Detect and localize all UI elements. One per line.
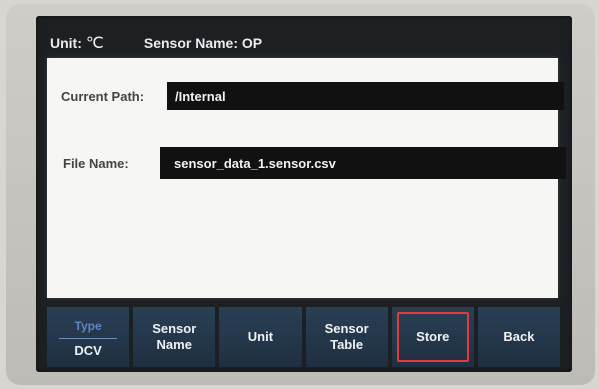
unit-value: ℃ bbox=[85, 35, 104, 52]
file-name-label: File Name: bbox=[63, 155, 129, 171]
back-softkey[interactable]: Back bbox=[477, 307, 561, 367]
store-softkey[interactable]: Store bbox=[391, 307, 474, 367]
sensor-table-softkey[interactable]: Sensor Table bbox=[305, 307, 388, 367]
unit-label: Unit: bbox=[50, 35, 82, 51]
sensor-name-line2: Name bbox=[156, 337, 192, 352]
type-label: Type bbox=[74, 318, 102, 333]
sensor-name-title: Sensor Name: OP bbox=[143, 35, 263, 51]
file-name-row: File Name: sensor_data_1.sensor.csv bbox=[47, 147, 566, 179]
sensor-name-line1: Sensor bbox=[152, 321, 197, 336]
back-softkey-label: Back bbox=[503, 329, 535, 344]
title-bar: Unit: ℃ Sensor Name: OP bbox=[50, 31, 550, 55]
sensor-table-softkey-label: Sensor Table bbox=[325, 321, 369, 353]
unit-softkey[interactable]: Unit bbox=[219, 307, 302, 367]
file-name-field[interactable]: sensor_data_1.sensor.csv bbox=[160, 147, 566, 179]
unit-indicator: Unit: ℃ bbox=[50, 33, 104, 53]
sensor-table-line1: Sensor bbox=[324, 321, 369, 336]
store-softkey-label: Store bbox=[416, 329, 450, 344]
softkey-bar: Type DCV Sensor Name Unit Sensor Table S… bbox=[47, 307, 561, 367]
type-value: DCV bbox=[74, 342, 102, 358]
unit-softkey-label: Unit bbox=[247, 329, 274, 344]
type-divider bbox=[59, 337, 117, 339]
sensor-name-softkey-label: Sensor Name bbox=[152, 321, 196, 353]
current-path-field[interactable]: /Internal bbox=[167, 82, 564, 110]
type-softkey[interactable]: Type DCV bbox=[47, 307, 130, 367]
sensor-name-softkey[interactable]: Sensor Name bbox=[133, 307, 216, 367]
sensor-table-line2: Table bbox=[330, 337, 364, 352]
current-path-label: Current Path: bbox=[61, 88, 145, 104]
store-form-panel: Current Path: /Internal File Name: senso… bbox=[47, 58, 566, 298]
instrument-screen: Unit: ℃ Sensor Name: OP Current Path: /I… bbox=[36, 16, 572, 372]
current-path-row: Current Path: /Internal bbox=[47, 82, 564, 110]
